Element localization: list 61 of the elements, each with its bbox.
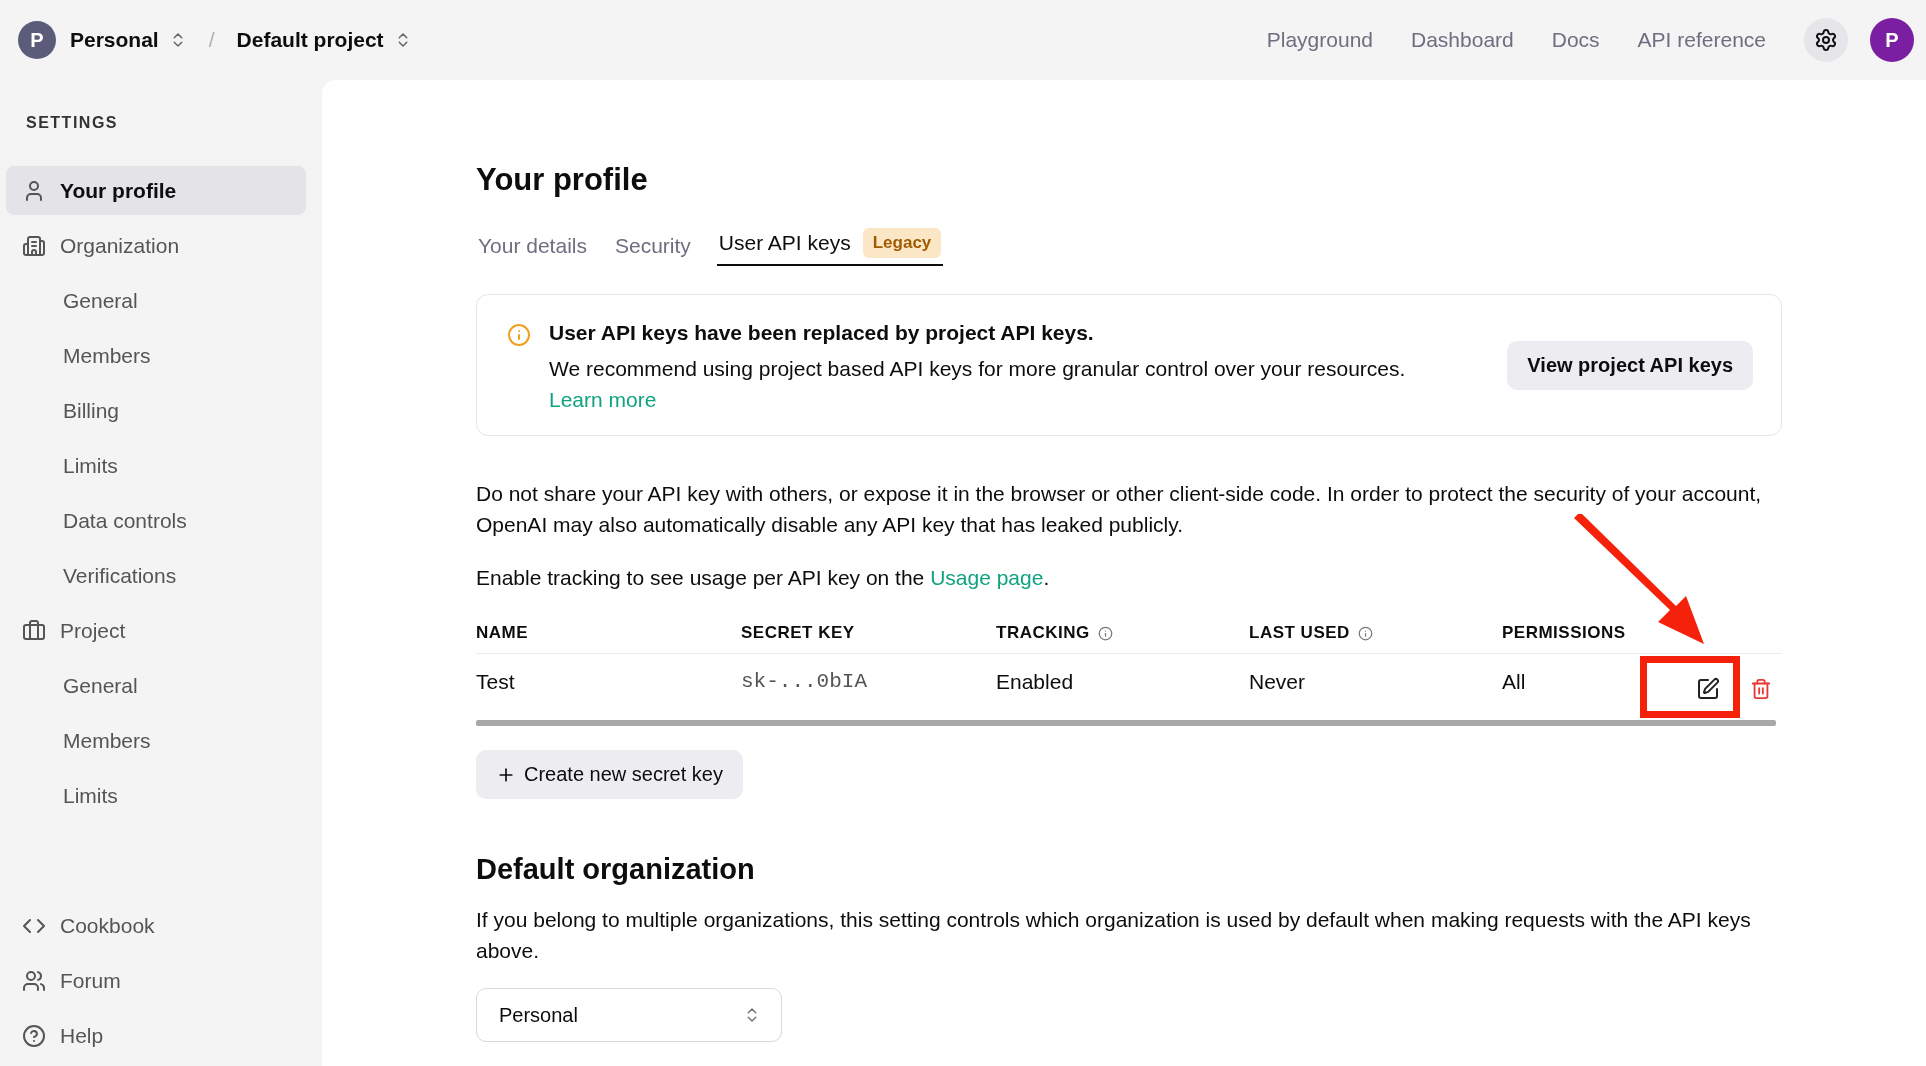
tab[interactable]: User API keys Legacy [716,228,944,266]
project-switcher[interactable]: Default project [236,28,384,52]
scrollbar[interactable] [476,720,1776,726]
tracking-text: Enable tracking to see usage per API key on the Usage page. [476,565,1051,591]
notice-title: User API keys have been replaced by project API keys. [549,321,1095,345]
column-header: LAST USED [1249,623,1350,643]
nav-link[interactable]: Playground [1266,28,1373,52]
org-switcher[interactable]: Personal [70,28,159,52]
sidebar-item[interactable]: Organization [6,221,306,270]
table-cell-text: Never [1249,669,1307,695]
legacy-badge: Legacy [862,228,942,258]
sidebar-item[interactable]: Project [6,606,306,655]
sidebar-heading: SETTINGS [25,113,119,132]
sidebar-link[interactable]: Forum [6,956,306,1005]
tab[interactable]: Security [612,234,693,266]
sidebar-item[interactable]: Limits [6,441,306,490]
sidebar-item[interactable]: Members [6,331,306,380]
trash-icon [1750,678,1772,700]
table-cell-text: All [1502,669,1527,695]
table-cell-text: sk-...0bIA [741,669,869,695]
sidebar-item[interactable]: Your profile [6,166,306,215]
sidebar-icon [22,618,46,643]
info-icon [507,323,531,347]
nav-link[interactable]: API reference [1637,28,1766,52]
warning-text: Do not share your API key with others, or expose it in the browser or other client-side code. In order to protect the security of your account, OpenAI may also automatically disable any API key that has leaked publicly. [476,481,1763,538]
tab[interactable]: Your details [476,234,589,266]
nav-link[interactable]: Dashboard [1411,28,1514,52]
sidebar-link[interactable]: Cookbook [6,901,306,950]
create-key-button[interactable]: Create new secret key [476,750,743,799]
notice-text: We recommend using project based API keys for more granular control over your resources. Learn more [549,356,1407,413]
sidebar-link[interactable]: Help [6,1011,306,1060]
sidebar-item[interactable]: Members [6,716,306,765]
sidebar-item[interactable]: General [6,276,306,325]
sidebar-item[interactable]: General [6,661,306,710]
page-title: Your profile [476,162,649,198]
info-icon [1097,625,1113,641]
section-title: Default organization [476,853,756,886]
people-icon [22,968,46,993]
column-header: TRACKING [996,623,1090,643]
sidebar-item[interactable]: Billing [6,386,306,435]
info-icon [1357,625,1373,641]
table-cell-text: Test [476,669,516,695]
column-header: SECRET KEY [741,623,855,643]
sidebar-item[interactable]: Verifications [6,551,306,600]
org-avatar: P [18,21,56,59]
section-text: If you belong to multiple organizations, this setting controls which organization is used by default when making requests with the API keys above. [476,907,1752,964]
user-avatar[interactable]: P [1870,18,1914,62]
sidebar-item[interactable]: Limits [6,771,306,820]
breadcrumb-separator: / [208,28,215,52]
column-header: NAME [476,623,529,643]
organization-select[interactable]: Personal [476,988,782,1042]
edit-icon [1696,677,1720,701]
settings-button[interactable] [1804,18,1848,62]
nav-link[interactable]: Docs [1551,28,1600,52]
sidebar-icon [22,233,46,258]
help-icon [22,1023,46,1048]
view-project-keys-button[interactable]: View project API keys [1507,341,1753,390]
settings-icon [1814,28,1838,52]
column-header: PERMISSIONS [1502,623,1626,643]
table-cell-text: Enabled [996,669,1075,695]
sidebar-item[interactable]: Data controls [6,496,306,545]
